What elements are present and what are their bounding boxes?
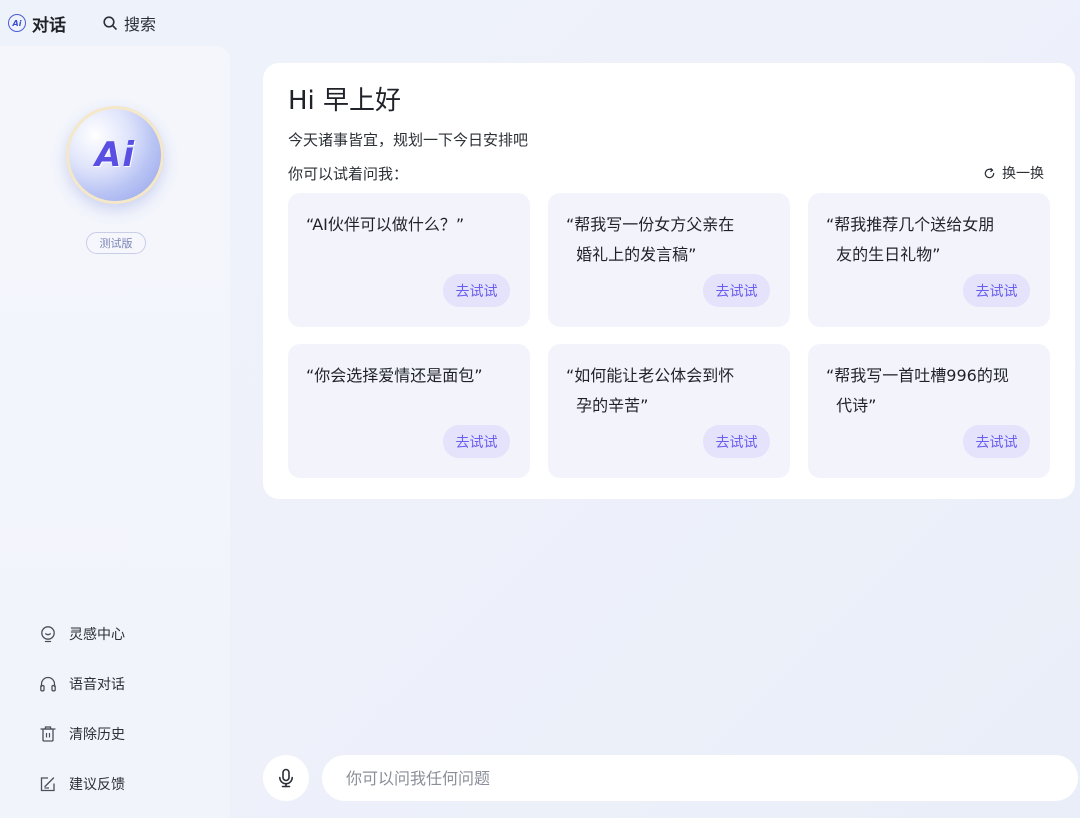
avatar-logo-text: Ai [95,135,135,175]
ai-logo-icon: Ai [8,14,26,32]
sidebar-item-label: 灵感中心 [69,627,125,643]
headphones-icon [40,676,56,692]
chat-tab-label: 对话 [32,15,66,36]
top-bar: Ai 对话 搜索 [0,0,1080,46]
greeting-subtitle: 今天诸事皆宜，规划一下今日安排吧 [288,131,529,149]
welcome-panel: Hi 早上好 今天诸事皆宜，规划一下今日安排吧 你可以试着问我： 换一换 “AI… [263,63,1075,499]
suggestion-card[interactable]: “你会选择爱情还是面包” 去试试 [288,344,530,478]
sidebar-menu: 灵感中心 语音对话 清除历史 建议反馈 [38,609,125,809]
suggestion-grid: “AI伙伴可以做什么？” 去试试 “帮我写一份女方父亲在 婚礼上的发言稿” 去试… [288,193,1050,478]
feedback-icon [40,777,55,792]
try-button[interactable]: 去试试 [703,274,770,307]
suggestion-text: “帮我写一首吐槽996的现 代诗” [826,366,1009,415]
sidebar-item-feedback[interactable]: 建议反馈 [38,759,125,809]
voice-input-button[interactable] [263,755,309,801]
suggestion-text: “帮我推荐几个送给女朋 友的生日礼物” [826,215,995,264]
chat-tab[interactable]: Ai 对话 [8,11,66,36]
sidebar: Ai 测试版 灵感中心 语音对话 清除历史 建议反馈 [0,46,230,818]
try-button[interactable]: 去试试 [703,425,770,458]
suggestion-card[interactable]: “帮我写一份女方父亲在 婚礼上的发言稿” 去试试 [548,193,790,327]
suggestion-card[interactable]: “帮我推荐几个送给女朋 友的生日礼物” 去试试 [808,193,1050,327]
suggestion-text: “你会选择爱情还是面包” [306,366,483,385]
refresh-suggestions-button[interactable]: 换一换 [983,163,1044,183]
greeting-title: Hi 早上好 [288,86,402,116]
sidebar-item-label: 建议反馈 [69,777,125,793]
sidebar-item-voice-chat[interactable]: 语音对话 [38,659,125,709]
sidebar-item-clear-history[interactable]: 清除历史 [38,709,125,759]
try-button[interactable]: 去试试 [443,274,510,307]
sidebar-item-label: 清除历史 [69,727,125,743]
refresh-icon [984,167,995,178]
search-icon [103,16,117,30]
suggestion-text: “帮我写一份女方父亲在 婚礼上的发言稿” [566,215,735,264]
ai-avatar: Ai [66,106,164,204]
suggestion-card[interactable]: “如何能让老公体会到怀 孕的辛苦” 去试试 [548,344,790,478]
try-button[interactable]: 去试试 [963,274,1030,307]
search-label: 搜索 [124,15,157,34]
refresh-label: 换一换 [1002,166,1044,182]
microphone-icon [279,768,293,788]
try-button[interactable]: 去试试 [443,425,510,458]
suggestion-card[interactable]: “帮我写一首吐槽996的现 代诗” 去试试 [808,344,1050,478]
trash-icon [40,726,56,742]
suggestion-text: “AI伙伴可以做什么？” [306,215,465,234]
suggestion-text: “如何能让老公体会到怀 孕的辛苦” [566,366,735,415]
suggestion-card[interactable]: “AI伙伴可以做什么？” 去试试 [288,193,530,327]
chat-input[interactable] [322,755,1078,801]
sidebar-item-inspiration[interactable]: 灵感中心 [38,609,125,659]
sidebar-item-label: 语音对话 [69,677,125,693]
beta-badge: 测试版 [86,232,146,254]
try-button[interactable]: 去试试 [963,425,1030,458]
lightbulb-icon [41,626,55,643]
search-button[interactable]: 搜索 [102,11,156,35]
suggestions-label: 你可以试着问我： [288,165,409,183]
